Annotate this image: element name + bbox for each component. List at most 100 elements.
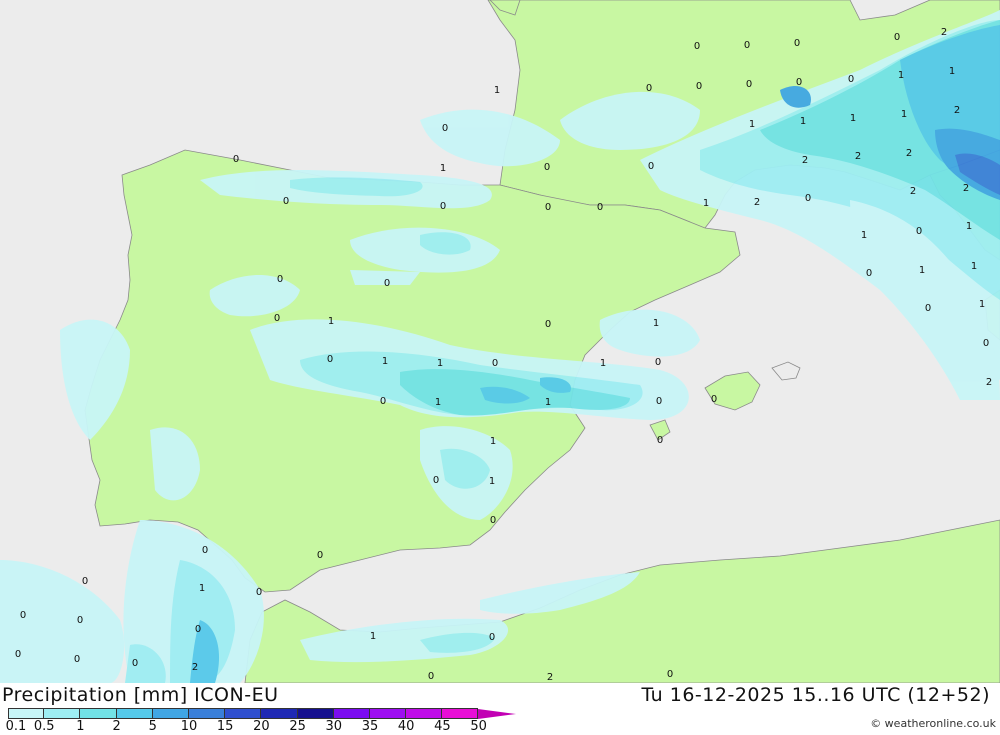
- precip-value-label: 0: [283, 196, 289, 207]
- legend-swatch: [188, 708, 226, 719]
- precip-value-label: 0: [202, 545, 208, 556]
- precip-value-label: 1: [435, 397, 441, 408]
- precip-value-label: 0: [327, 354, 333, 365]
- precip-value-label: 1: [949, 66, 955, 77]
- legend-swatch: [152, 708, 189, 719]
- precip-value-label: 0: [380, 396, 386, 407]
- precip-value-label: 1: [545, 397, 551, 408]
- precip-value-label: 0: [15, 649, 21, 660]
- legend-swatch: [80, 708, 117, 719]
- precip-value-label: 1: [370, 631, 376, 642]
- precip-value-label: 2: [954, 105, 960, 116]
- precip-value-label: 1: [328, 316, 334, 327]
- legend-tick-label: 50: [470, 719, 487, 734]
- legend-tick-label: 40: [397, 719, 415, 734]
- legend-swatch: [225, 708, 262, 719]
- precip-value-label: 2: [547, 672, 553, 683]
- legend-swatch: [442, 708, 479, 719]
- precip-value-label: 0: [796, 77, 802, 88]
- precipitation-map[interactable]: 0 0 0 0 0 0 0 0 0 0 0 0 0 0 0 0 0 0 0 0 0 0 0 0 0 0 0 0 0 0 0 0 0 0 0 0 0 0 0 0…: [0, 0, 1000, 683]
- precip-value-label: 2: [754, 197, 760, 208]
- legend-swatch: [297, 708, 334, 719]
- precip-value-label: 2: [802, 155, 808, 166]
- land-menorca: [771, 361, 801, 381]
- precip-value-label: 0: [648, 161, 654, 172]
- precip-value-label: 2: [910, 186, 916, 197]
- precip-value-label: 1: [490, 436, 496, 447]
- precip-value-label: 1: [861, 230, 867, 241]
- precip-value-label: 1: [749, 119, 755, 130]
- legend-tick-label: 15: [216, 719, 234, 734]
- legend-tick-label: 30: [325, 719, 343, 734]
- precip-value-label: 0: [132, 658, 138, 669]
- precip-value-label: 0: [490, 515, 496, 526]
- precip-value-label: 1: [199, 583, 205, 594]
- legend-tick-label: 35: [361, 719, 379, 734]
- precip-value-label: 2: [192, 662, 198, 673]
- precip-value-label: 2: [855, 151, 861, 162]
- precip-value-label: 0: [656, 396, 662, 407]
- precip-value-label: 0: [746, 79, 752, 90]
- precip-value-label: 0: [646, 83, 652, 94]
- precip-value-label: 0: [492, 358, 498, 369]
- map-canvas: 0 0 0 0 0 0 0 0 0 0 0 0 0 0 0 0 0 0 0 0 0 0 0 0 0 0 0 0 0 0 0 0 0 0 0 0 0 0 0 0…: [0, 0, 1000, 683]
- precip-value-label: 0: [916, 226, 922, 237]
- precip-value-label: 0: [489, 632, 495, 643]
- precip-value-label: 0: [20, 610, 26, 621]
- legend-tick-label: 5: [148, 719, 157, 734]
- credit-text[interactable]: © weatheronline.co.uk: [870, 717, 996, 730]
- precip-value-label: 0: [894, 32, 900, 43]
- precip-value-label: 0: [74, 654, 80, 665]
- precip-value-label: 0: [195, 624, 201, 635]
- legend-swatch: [8, 708, 45, 719]
- precip-value-label: 0: [597, 202, 603, 213]
- precip-value-label: 1: [382, 356, 388, 367]
- precip-value-label: 0: [694, 41, 700, 52]
- precip-value-label: 0: [317, 550, 323, 561]
- legend-tick-label: 10: [180, 719, 198, 734]
- legend-swatch: [116, 708, 153, 719]
- legend-tick-label: 25: [289, 719, 306, 734]
- legend-swatch: [369, 708, 407, 719]
- precip-value-label: 0: [667, 669, 673, 680]
- legend-tick-label: 20: [253, 719, 270, 734]
- legend-swatch: [333, 708, 370, 719]
- legend-swatch: [261, 708, 298, 719]
- precip-value-label: 0: [657, 435, 663, 446]
- precip-value-label: 0: [794, 38, 800, 49]
- precip-value-label: 0: [655, 357, 661, 368]
- precip-value-label: 1: [919, 265, 925, 276]
- precip-value-label: 2: [906, 148, 912, 159]
- precip-value-label: 1: [800, 116, 806, 127]
- precip-value-label: 0: [384, 278, 390, 289]
- precip-value-label: 0: [711, 394, 717, 405]
- precip-value-label: 0: [805, 193, 811, 204]
- precip-value-label: 1: [489, 476, 495, 487]
- legend-bar: [8, 708, 528, 719]
- precip-value-label: 0: [545, 202, 551, 213]
- precip-value-label: 0: [233, 154, 239, 165]
- legend-tick-label: 2: [112, 719, 121, 734]
- precip-value-label: 0: [433, 475, 439, 486]
- precip-value-label: 1: [653, 318, 659, 329]
- precip-value-label: 1: [850, 113, 856, 124]
- precip-value-label: 1: [703, 198, 709, 209]
- precip-value-label: 1: [494, 85, 500, 96]
- precip-value-label: 0: [442, 123, 448, 134]
- color-legend: 0.1 0.5 1 2 5 10 15 20 25 30 35 40 45 50: [6, 708, 528, 735]
- precip-value-label: 1: [440, 163, 446, 174]
- map-datetime: Tu 16-12-2025 15..16 UTC (12+52): [641, 684, 990, 706]
- precip-value-label: 1: [437, 358, 443, 369]
- precip-value-label: 2: [986, 377, 992, 388]
- precip-value-label: 0: [544, 162, 550, 173]
- precip-value-label: 0: [545, 319, 551, 330]
- precip-value-label: 0: [440, 201, 446, 212]
- precip-value-label: 0: [82, 576, 88, 587]
- precip-value-label: 2: [963, 183, 969, 194]
- precip-value-label: 1: [898, 70, 904, 81]
- legend-swatch: [406, 708, 443, 719]
- precip-value-label: 1: [901, 109, 907, 120]
- precip-value-label: 2: [941, 27, 947, 38]
- map-title: Precipitation [mm] ICON-EU: [2, 684, 279, 706]
- precip-value-label: 0: [274, 313, 280, 324]
